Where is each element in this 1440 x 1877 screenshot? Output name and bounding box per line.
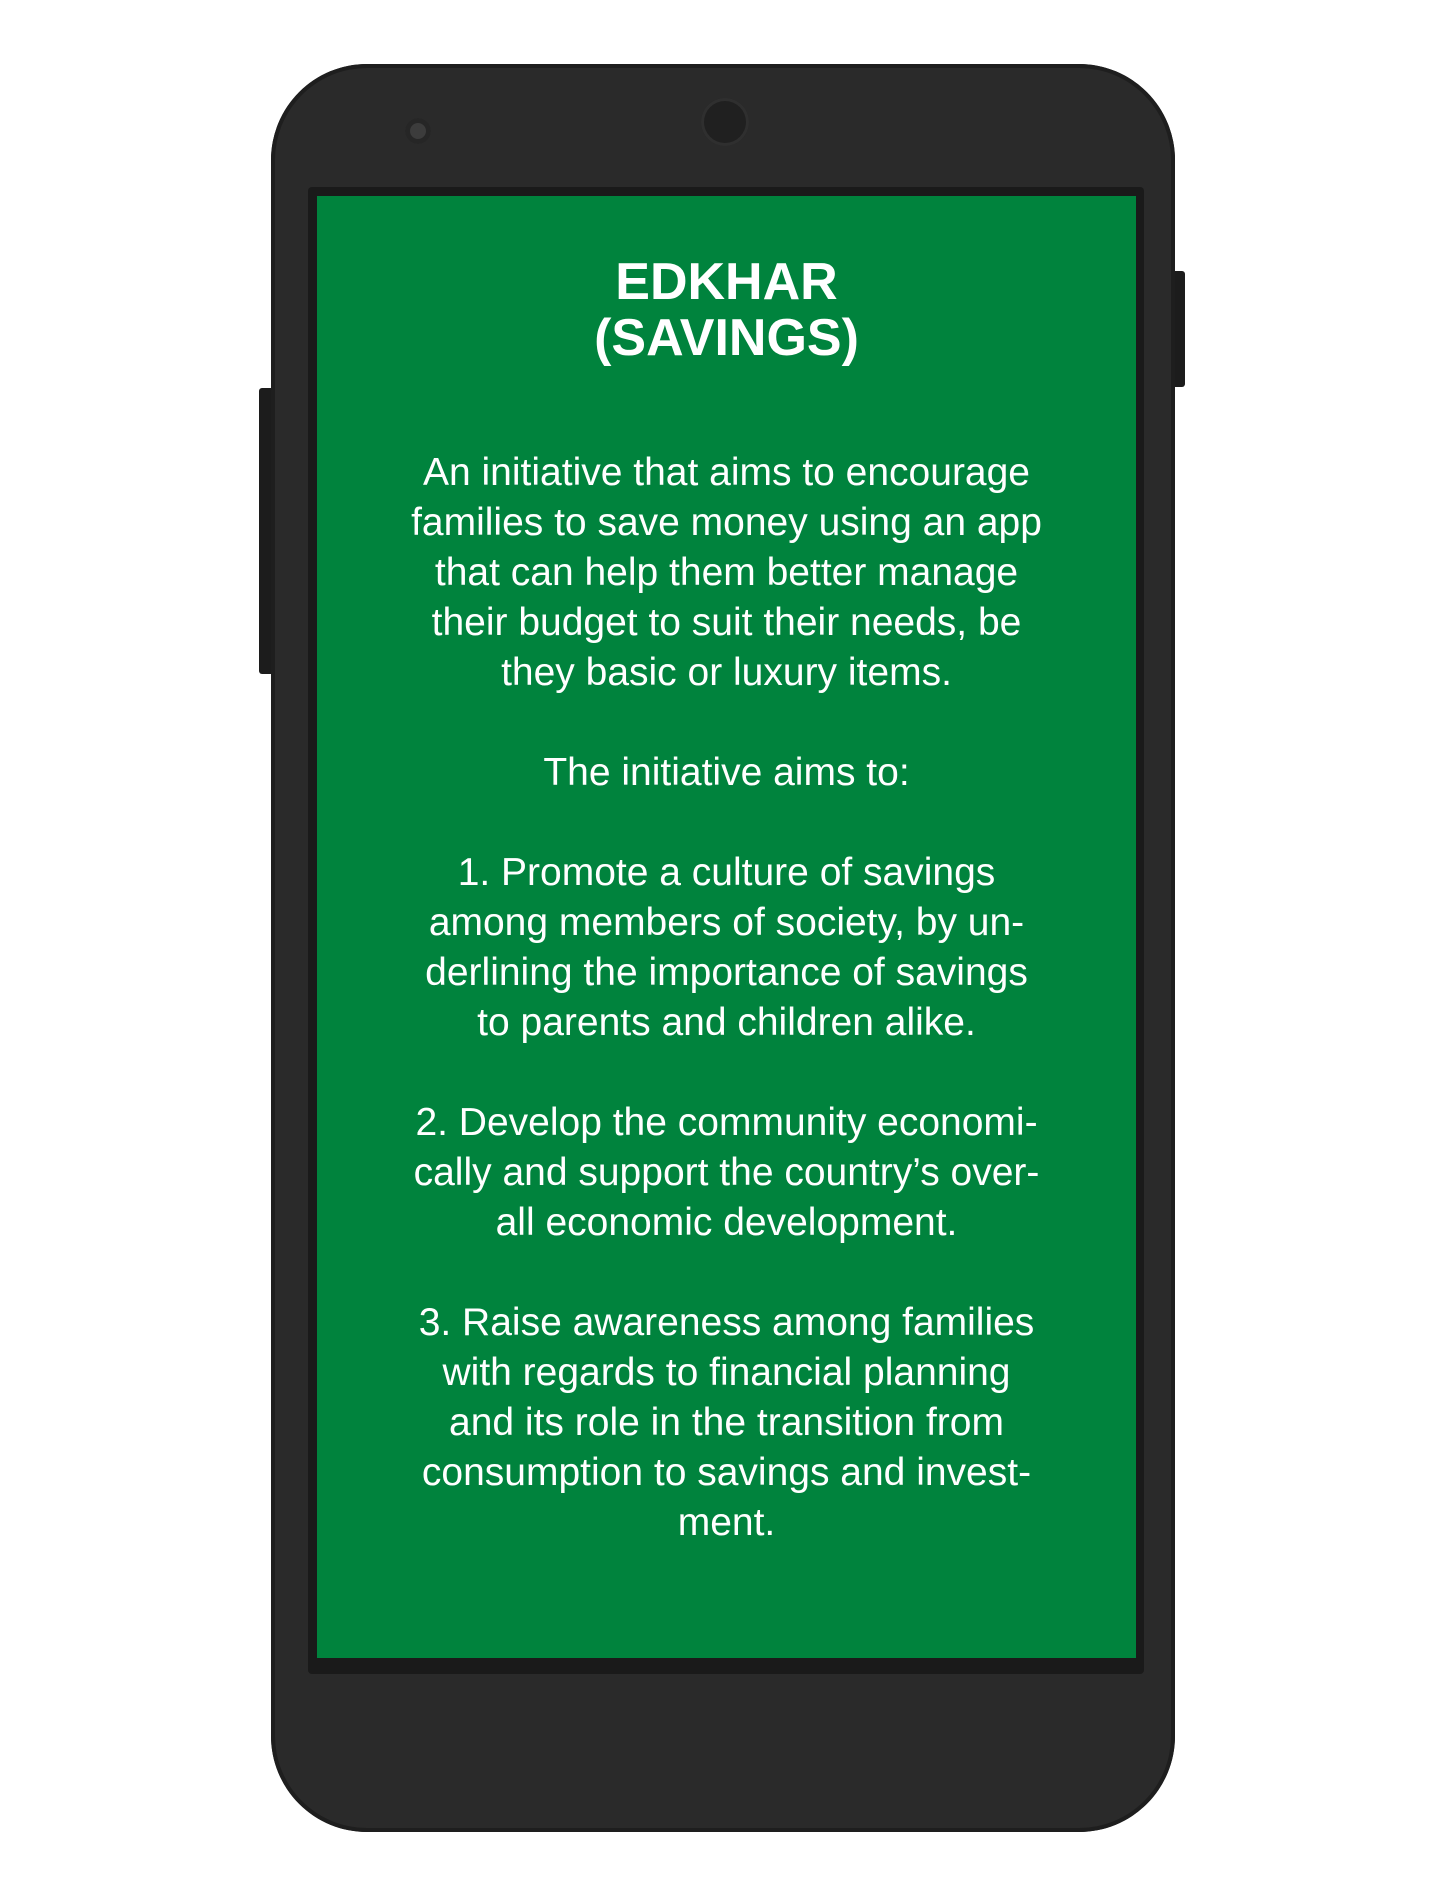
aims-heading: The initiative aims to: [543,751,910,794]
intro-line: families to save money using an app [411,501,1042,544]
aim-1-line: derlining the importance of savings [425,951,1028,994]
aim-1-paragraph: 1. Promote a culture of savings among me… [357,848,1097,1048]
intro-line: their budget to suit their needs, be [431,601,1022,644]
aim-3-line: ment. [677,1501,776,1544]
intro-line: An initiative that aims to encourage [422,451,1030,494]
aim-2-line: all economic development. [495,1201,958,1244]
title-line-2: (SAVINGS) [594,309,859,367]
page-title: EDKHAR (SAVINGS) [317,254,1136,366]
front-camera-icon [701,98,749,146]
intro-line: they basic or luxury items. [501,651,952,694]
stage: EDKHAR (SAVINGS) An initiative that aims… [0,0,1440,1877]
phone-screen: EDKHAR (SAVINGS) An initiative that aims… [317,196,1136,1658]
aim-2-paragraph: 2. Develop the community economi- cally … [357,1098,1097,1248]
aim-3-paragraph: 3. Raise awareness among families with r… [357,1298,1097,1548]
aim-1-line: 1. Promote a culture of savings [457,851,996,894]
intro-line: that can help them better manage [434,551,1019,594]
proximity-sensor-icon [405,118,431,144]
aim-2-line: 2. Develop the community economi- [415,1101,1038,1144]
aim-3-line: 3. Raise awareness among families [418,1301,1035,1344]
intro-paragraph: An initiative that aims to encourage fam… [357,448,1097,698]
aim-3-line: with regards to financial planning [442,1351,1011,1394]
aim-2-line: cally and support the country’s over- [413,1151,1040,1194]
title-line-1: EDKHAR [615,253,838,311]
aim-3-line: consumption to savings and invest- [421,1451,1032,1494]
aim-3-line: and its role in the transition from [449,1401,1004,1444]
aim-1-line: among members of society, by un- [428,901,1025,944]
aim-1-line: to parents and children alike. [477,1001,976,1044]
